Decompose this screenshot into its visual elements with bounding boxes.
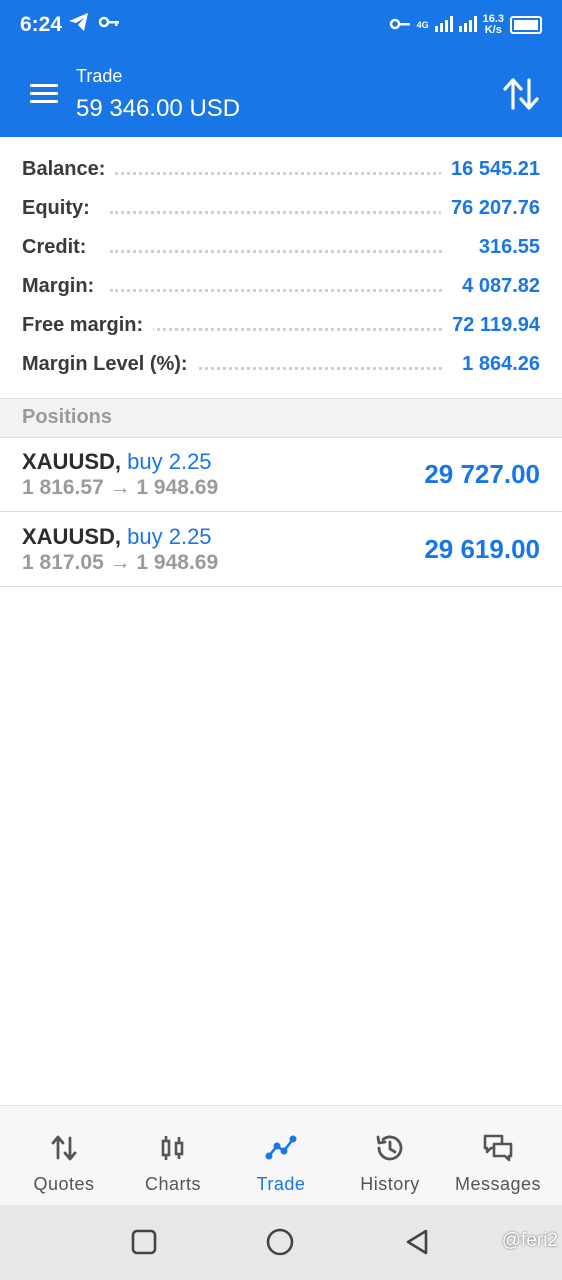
- watermark: @feri2: [501, 1230, 558, 1251]
- nav-trade[interactable]: Trade: [225, 1106, 337, 1206]
- position-direction: buy 2.25: [127, 449, 212, 474]
- trade-icon: [265, 1135, 297, 1160]
- position-direction: buy 2.25: [127, 524, 212, 549]
- nav-label: Messages: [454, 1174, 542, 1194]
- home-button[interactable]: [265, 1227, 295, 1257]
- menu-icon[interactable]: [30, 84, 58, 104]
- account-value: 16 545.21: [441, 158, 540, 181]
- position-prices: 1 816.57 → 1 948.69: [22, 476, 219, 499]
- nav-charts[interactable]: Charts: [117, 1106, 229, 1206]
- nav-label: Trade: [256, 1174, 306, 1194]
- history-icon: [376, 1135, 403, 1161]
- account-value: 4 087.82: [452, 275, 540, 298]
- account-row-margin: Margin: 4 087.82: [0, 267, 562, 306]
- position-prices: 1 817.05 → 1 948.69: [22, 551, 219, 574]
- account-row-free-margin: Free margin: 72 119.94: [0, 306, 562, 345]
- app-bar: 6:24 4G 16.3 K/s Trade 59 346.00 USD: [0, 0, 562, 137]
- account-summary: Balance: 16 545.21 Equity: 76 207.76 Cre…: [0, 150, 562, 384]
- account-row-balance: Balance: 16 545.21: [0, 150, 562, 189]
- network-type: 4G: [416, 20, 429, 30]
- bottom-navigation: Quotes Charts Trade History Messages: [0, 1105, 562, 1206]
- position-profit: 29 619.00: [424, 534, 540, 564]
- positions-section-header: Positions: [0, 398, 562, 438]
- signal-icon-2: [458, 15, 477, 35]
- status-right-icons: 4G 16.3 K/s: [389, 10, 542, 40]
- system-navigation-bar: @feri2: [0, 1205, 562, 1280]
- account-value: 72 119.94: [442, 314, 540, 337]
- nav-label: History: [360, 1174, 420, 1194]
- signal-icon: [434, 15, 453, 35]
- key-icon: [389, 16, 411, 35]
- nav-label: Quotes: [33, 1174, 95, 1194]
- header-balance: 59 346.00 USD: [76, 95, 241, 122]
- account-row-credit: Credit: 316.55: [0, 228, 562, 267]
- dots-divider: [110, 172, 442, 175]
- charts-icon: [161, 1136, 184, 1160]
- back-button[interactable]: [402, 1227, 432, 1257]
- position-symbol: XAUUSD, buy 2.25: [22, 524, 212, 550]
- dots-divider: [110, 289, 442, 292]
- positions-title: Positions: [22, 406, 113, 428]
- nav-history[interactable]: History: [334, 1106, 446, 1206]
- key-icon: [98, 12, 120, 38]
- status-bar: 6:24 4G 16.3 K/s: [0, 0, 562, 52]
- position-symbol: XAUUSD, buy 2.25: [22, 449, 212, 475]
- position-profit: 29 727.00: [424, 459, 540, 489]
- account-row-margin-level: Margin Level (%): 1 864.26: [0, 345, 562, 384]
- network-speed: 16.3 K/s: [482, 13, 504, 36]
- account-label: Free margin:: [22, 314, 154, 337]
- account-label: Equity:: [22, 197, 100, 220]
- symbol-name: XAUUSD,: [22, 449, 122, 474]
- dots-divider: [110, 250, 442, 253]
- account-label: Balance:: [22, 158, 116, 181]
- nav-quotes[interactable]: Quotes: [8, 1106, 120, 1206]
- battery-icon: [510, 16, 542, 34]
- account-row-equity: Equity: 76 207.76: [0, 189, 562, 228]
- account-value: 1 864.26: [452, 353, 540, 376]
- account-label: Margin:: [22, 275, 105, 298]
- account-label: Margin Level (%):: [22, 353, 198, 376]
- account-label: Credit:: [22, 236, 97, 259]
- symbol-name: XAUUSD,: [22, 524, 122, 549]
- account-value: 76 207.76: [441, 197, 540, 220]
- telegram-icon: [68, 12, 90, 38]
- dots-divider: [110, 211, 442, 214]
- messages-icon: [483, 1134, 513, 1162]
- nav-label: Charts: [144, 1174, 201, 1194]
- account-value: 316.55: [468, 236, 540, 259]
- page-title: Trade: [76, 66, 123, 86]
- sort-icon[interactable]: [502, 76, 540, 112]
- status-time: 6:24: [20, 13, 63, 36]
- position-row[interactable]: XAUUSD, buy 2.25 1 816.57 → 1 948.69 29 …: [0, 437, 562, 512]
- recent-apps-button[interactable]: [129, 1227, 159, 1257]
- position-row[interactable]: XAUUSD, buy 2.25 1 817.05 → 1 948.69 29 …: [0, 512, 562, 587]
- nav-messages[interactable]: Messages: [442, 1106, 554, 1206]
- quotes-icon: [51, 1135, 77, 1161]
- dots-divider: [110, 328, 442, 331]
